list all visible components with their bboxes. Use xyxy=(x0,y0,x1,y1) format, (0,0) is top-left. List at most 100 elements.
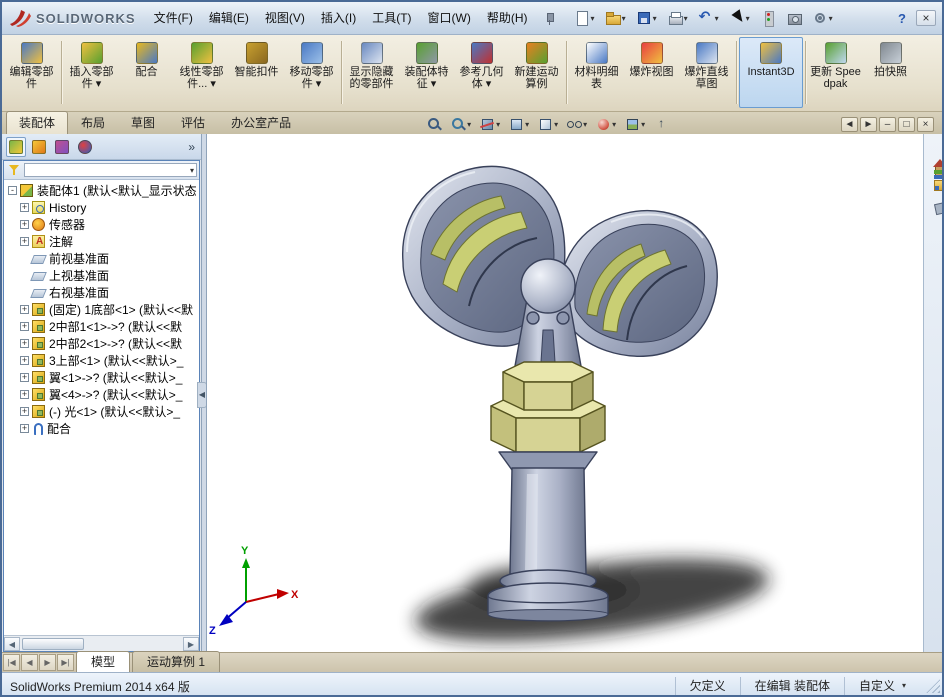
command-tab[interactable]: 评估 xyxy=(168,111,218,134)
panel-hscrollbar[interactable]: ◀ ▶ xyxy=(4,635,199,651)
ribbon-button-take-snapshot[interactable]: 拍快照 xyxy=(863,37,918,108)
ribbon-button-edit-component[interactable]: 编辑零部件 xyxy=(4,37,59,108)
filter-caret-icon[interactable]: ▾ xyxy=(190,166,194,175)
study-nav-button-0[interactable]: |◀ xyxy=(3,654,20,671)
expand-toggle-icon[interactable]: + xyxy=(20,356,29,365)
ribbon-button-assembly-features[interactable]: 装配体特征 ▾ xyxy=(399,37,454,108)
ribbon-button-explode-line-sketch[interactable]: 爆炸直线草图 xyxy=(679,37,734,108)
command-tab[interactable]: 装配体 xyxy=(6,111,68,134)
expand-toggle-icon[interactable]: + xyxy=(20,322,29,331)
scroll-thumb[interactable] xyxy=(22,638,84,650)
ribbon-button-show-hidden-components[interactable]: 显示隐藏的零部件 xyxy=(344,37,399,108)
view-orientation-button[interactable]: ▾ xyxy=(506,115,532,134)
tree-item[interactable]: +翼<4>->? (默认<<默认>_ xyxy=(4,386,199,403)
expand-toggle-icon[interactable]: + xyxy=(20,203,29,212)
study-nav-button-2[interactable]: ▶ xyxy=(39,654,56,671)
tree-item[interactable]: +配合 xyxy=(4,420,199,437)
close-button[interactable]: × xyxy=(917,117,934,132)
displaymanager-tab[interactable] xyxy=(75,137,95,157)
viewport-canvas[interactable]: Y X Z xyxy=(207,134,923,652)
collapse-right-button[interactable]: ► xyxy=(860,117,877,132)
new-button[interactable]: ▾ xyxy=(570,7,599,29)
propertymanager-tab[interactable] xyxy=(29,137,49,157)
featuremanager-tree-tab[interactable] xyxy=(6,137,26,157)
assembly-model[interactable] xyxy=(403,166,718,620)
scroll-right-button[interactable]: ▶ xyxy=(183,637,199,651)
tree-item[interactable]: +3上部<1> (默认<<默认>_ xyxy=(4,352,199,369)
scroll-left-button[interactable]: ◀ xyxy=(4,637,20,651)
study-nav-button-3[interactable]: ▶| xyxy=(57,654,74,671)
expand-toggle-icon[interactable]: + xyxy=(20,220,29,229)
command-tab[interactable]: 办公室产品 xyxy=(218,111,304,134)
pin-icon[interactable] xyxy=(542,11,556,25)
menu-item[interactable]: 窗口(W) xyxy=(420,3,479,34)
view-settings-button[interactable] xyxy=(651,115,672,134)
undo-button[interactable]: ▾ xyxy=(694,7,723,29)
tree-item[interactable]: +2中部1<1>->? (默认<<默 xyxy=(4,318,199,335)
tree-item[interactable]: +注解 xyxy=(4,233,199,250)
expand-toggle-icon[interactable]: + xyxy=(20,305,29,314)
expand-toggle-icon[interactable]: + xyxy=(20,407,29,416)
panel-chevron-icon[interactable]: » xyxy=(188,140,197,154)
options-button[interactable]: ▾ xyxy=(808,7,837,29)
ribbon-button-update-speedpak[interactable]: 更新 Speedpak xyxy=(808,37,863,108)
tree-item[interactable]: -装配体1 (默认<默认_显示状态 xyxy=(4,182,199,199)
ribbon-button-move-component[interactable]: 移动零部件 ▾ xyxy=(284,37,339,108)
tree-item[interactable]: 前视基准面 xyxy=(4,250,199,267)
section-view-button[interactable]: ▾ xyxy=(477,115,503,134)
command-tab[interactable]: 布局 xyxy=(68,111,118,134)
filter-funnel-icon[interactable] xyxy=(9,164,21,176)
expand-toggle-icon[interactable]: + xyxy=(20,424,29,433)
graphics-viewport[interactable]: Y X Z xyxy=(206,134,923,652)
expand-toggle-icon[interactable]: + xyxy=(20,373,29,382)
tree-item[interactable]: +(-) 光<1> (默认<<默认>_ xyxy=(4,403,199,420)
ribbon-button-linear-component-pattern[interactable]: 线性零部件... ▾ xyxy=(174,37,229,108)
tree-item[interactable]: 右视基准面 xyxy=(4,284,199,301)
tree-item[interactable]: +History xyxy=(4,199,199,216)
menu-item[interactable]: 文件(F) xyxy=(146,3,201,34)
snapshot-button[interactable] xyxy=(782,7,806,29)
study-nav-button-1[interactable]: ◀ xyxy=(21,654,38,671)
open-button[interactable]: ▾ xyxy=(601,7,630,29)
apply-scene-button[interactable]: ▾ xyxy=(622,115,648,134)
display-style-button[interactable]: ▾ xyxy=(535,115,561,134)
menu-item[interactable]: 视图(V) xyxy=(257,3,313,34)
configurationmanager-tab[interactable] xyxy=(52,137,72,157)
command-tab[interactable]: 草图 xyxy=(118,111,168,134)
ribbon-button-exploded-view[interactable]: 爆炸视图 xyxy=(624,37,679,108)
menu-item[interactable]: 插入(I) xyxy=(313,3,364,34)
tree-item[interactable]: +翼<1>->? (默认<<默认>_ xyxy=(4,369,199,386)
resize-grip[interactable] xyxy=(926,679,940,693)
rebuild-button[interactable] xyxy=(756,7,780,29)
save-button[interactable]: ▾ xyxy=(632,7,661,29)
ribbon-button-new-motion-study[interactable]: 新建运动算例 xyxy=(509,37,564,108)
expand-toggle-icon[interactable]: + xyxy=(20,390,29,399)
expand-toggle-icon[interactable]: + xyxy=(20,237,29,246)
menu-item[interactable]: 编辑(E) xyxy=(201,3,257,34)
window-close-button[interactable]: × xyxy=(916,10,936,26)
tree-item[interactable]: +2中部2<1>->? (默认<<默 xyxy=(4,335,199,352)
ribbon-button-mate[interactable]: 配合 xyxy=(119,37,174,108)
expand-toggle-icon[interactable]: - xyxy=(8,186,17,195)
ribbon-button-reference-geometry[interactable]: 参考几何体 ▾ xyxy=(454,37,509,108)
restore-button[interactable]: □ xyxy=(898,117,915,132)
filter-input[interactable]: ▾ xyxy=(24,163,197,177)
collapse-left-button[interactable]: ◄ xyxy=(841,117,858,132)
tree-item[interactable]: +(固定) 1底部<1> (默认<<默 xyxy=(4,301,199,318)
zoom-fit-button[interactable] xyxy=(424,115,445,134)
edit-appearance-button[interactable]: ▾ xyxy=(593,115,619,134)
bottom-tab[interactable]: 运动算例 1 xyxy=(132,651,220,672)
print-button[interactable]: ▾ xyxy=(663,7,692,29)
zoom-area-button[interactable]: ▾ xyxy=(448,115,474,134)
expand-toggle-icon[interactable]: + xyxy=(20,339,29,348)
help-button[interactable]: ? xyxy=(892,11,912,26)
ribbon-button-insert-components[interactable]: 插入零部件 ▾ xyxy=(64,37,119,108)
select-button[interactable]: ▾ xyxy=(725,7,754,29)
ribbon-button-bill-of-materials[interactable]: 材料明细表 xyxy=(569,37,624,108)
custom-dropdown[interactable]: 自定义 ▾ xyxy=(844,677,920,695)
tree-item[interactable]: +传感器 xyxy=(4,216,199,233)
tree-item[interactable]: 上视基准面 xyxy=(4,267,199,284)
ribbon-button-smart-fasteners[interactable]: 智能扣件 xyxy=(229,37,284,108)
minimize-button[interactable]: – xyxy=(879,117,896,132)
ribbon-button-instant3d[interactable]: Instant3D xyxy=(739,37,803,108)
